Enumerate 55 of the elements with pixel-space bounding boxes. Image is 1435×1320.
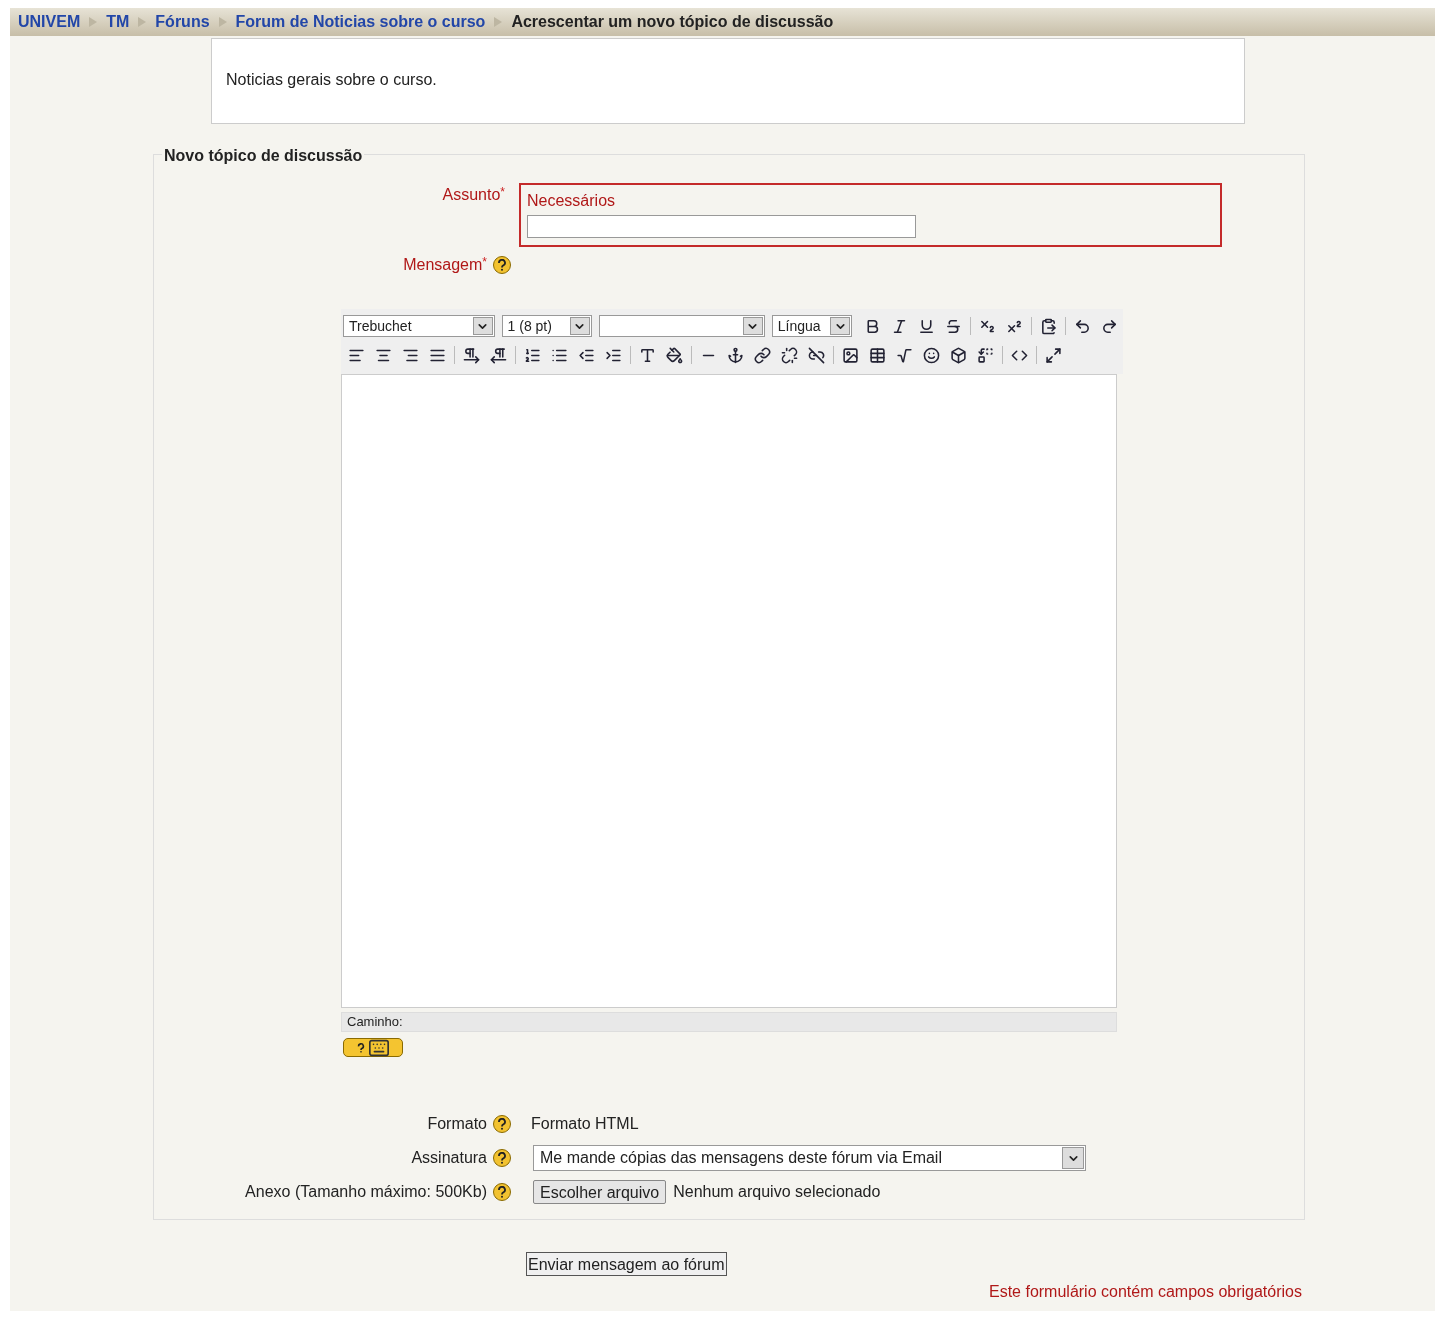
toolbar-dropdown[interactable]: 1 (8 pt) (501, 315, 592, 337)
separator-arrow-icon (493, 16, 504, 28)
broken-link-icon[interactable] (808, 346, 825, 364)
format-value: Formato HTML (531, 1114, 639, 1134)
strikethrough-icon[interactable] (945, 317, 963, 335)
numbered-list-icon[interactable] (524, 346, 541, 364)
text-color-icon[interactable] (639, 346, 656, 364)
error-message: Necessários (527, 191, 617, 211)
forum-intro-text: Noticias gerais sobre o curso. (226, 71, 437, 88)
breadcrumb-link[interactable]: UNIVEM (18, 10, 81, 34)
file-status: Nenhum arquivo selecionado (673, 1182, 881, 1202)
table-icon[interactable] (869, 346, 886, 364)
choose-file-button[interactable]: Escolher arquivo (533, 1180, 667, 1204)
separator-arrow-icon (137, 16, 148, 28)
format-label: Formato (427, 1114, 487, 1134)
help-icon[interactable] (493, 256, 511, 274)
help-icon[interactable] (493, 1183, 511, 1201)
square-root-icon[interactable] (896, 346, 913, 364)
link-icon[interactable] (754, 346, 771, 364)
paste-icon[interactable] (1040, 317, 1058, 335)
fullscreen-icon[interactable] (1045, 346, 1062, 364)
pilcrow-right-icon[interactable] (463, 346, 480, 364)
unlink-icon[interactable] (781, 346, 798, 364)
subject-input[interactable] (527, 215, 916, 238)
smiley-icon[interactable] (923, 346, 940, 364)
submit-button[interactable]: Enviar mensagem ao fórum (526, 1252, 727, 1276)
breadcrumb-link[interactable]: Fóruns (155, 10, 210, 34)
toolbar-dropdown[interactable]: Trebuchet (343, 315, 495, 337)
anchor-icon[interactable] (727, 346, 744, 364)
signature-label: Assinatura (411, 1148, 487, 1168)
paint-bucket-icon[interactable] (666, 346, 683, 364)
redo-icon[interactable] (1101, 317, 1119, 335)
undo-icon[interactable] (1074, 317, 1092, 335)
cube-icon[interactable] (950, 346, 967, 364)
image-icon[interactable] (842, 346, 859, 364)
help-icon[interactable] (493, 1115, 511, 1133)
toolbar-dropdown[interactable] (598, 315, 765, 337)
signature-select[interactable]: Me mande cópias das mensagens deste fórum via Email (533, 1145, 1086, 1171)
question-mark-icon (356, 1041, 365, 1054)
required-fields-note: Este formulário contém campos obrigatórios (988, 1282, 1302, 1302)
breadcrumb-link[interactable]: Forum de Noticias sobre o curso (235, 10, 486, 34)
breadcrumb-link[interactable]: TM (106, 10, 130, 34)
pilcrow-left-icon[interactable] (490, 346, 507, 364)
message-label: Mensagem* (403, 254, 487, 275)
breadcrumb-current: Acrescentar um novo tópico de discussão (511, 12, 834, 32)
keyboard-help-button[interactable] (343, 1038, 403, 1057)
toolbar-dropdown[interactable]: Língua (771, 315, 853, 337)
subject-label: Assunto* (442, 186, 505, 203)
underline-icon[interactable] (918, 317, 936, 335)
separator-arrow-icon (88, 16, 99, 28)
separator-arrow-icon (217, 16, 228, 28)
replace-icon[interactable] (977, 346, 994, 364)
help-icon[interactable] (493, 1149, 511, 1167)
path-label: Caminho: (347, 1014, 403, 1029)
attachment-label: Anexo (Tamanho máximo: 500Kb) (245, 1182, 487, 1202)
